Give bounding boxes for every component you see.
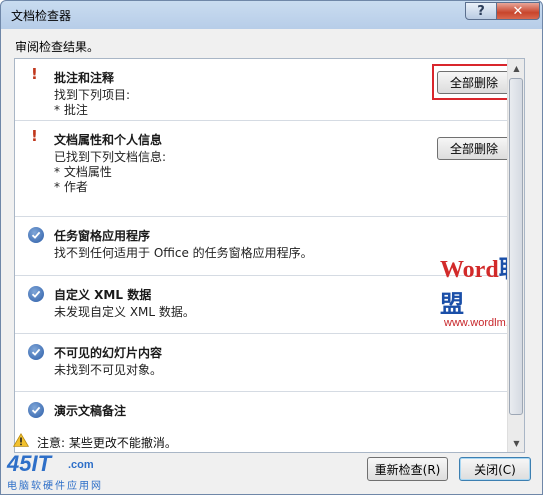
detail-line: * 批注 bbox=[54, 103, 88, 117]
results-list: ! 批注和注释 找到下列项目: * 批注 全部删除 ! 文档属性和个人信息 已找… bbox=[14, 58, 525, 453]
reinspect-button[interactable]: 重新检查(R) bbox=[367, 457, 448, 481]
check-circle-icon bbox=[28, 227, 44, 243]
window-title: 文档检查器 bbox=[11, 9, 72, 23]
site-logo: 45IT .com 电脑软硬件应用网 bbox=[1, 449, 121, 492]
exclamation-icon: ! bbox=[31, 65, 38, 83]
detail-line: 未发现自定义 XML 数据。 bbox=[54, 305, 195, 319]
document-inspector-window: 文档检查器 ? ✕ 审阅检查结果。 ! 批注和注释 找到下列项目: * 批注 全… bbox=[0, 0, 543, 495]
scroll-up-arrow-icon[interactable]: ▲ bbox=[510, 61, 523, 75]
detail-line: * 作者 bbox=[54, 180, 88, 194]
section-title: 文档属性和个人信息 bbox=[54, 133, 163, 147]
exclamation-icon: ! bbox=[31, 127, 38, 145]
watermark-word: Word bbox=[440, 257, 499, 283]
scroll-thumb[interactable] bbox=[509, 78, 523, 415]
check-circle-icon bbox=[28, 402, 44, 418]
detail-line: 未找到不可见对象。 bbox=[54, 363, 163, 377]
section-details: 找不到任何适用于 Office 的任务窗格应用程序。 bbox=[54, 246, 313, 261]
section-comments: ! 批注和注释 找到下列项目: * 批注 全部删除 bbox=[15, 59, 516, 121]
section-details: 已找到下列文档信息: * 文档属性 * 作者 bbox=[54, 150, 166, 195]
remove-all-comments-button[interactable]: 全部删除 bbox=[437, 71, 511, 94]
section-title: 批注和注释 bbox=[54, 71, 115, 85]
detail-line: * 文档属性 bbox=[54, 165, 112, 179]
section-title: 自定义 XML 数据 bbox=[54, 288, 152, 302]
window-close-button[interactable]: ✕ bbox=[496, 2, 540, 20]
section-document-properties: ! 文档属性和个人信息 已找到下列文档信息: * 文档属性 * 作者 全部删除 bbox=[15, 121, 511, 217]
vertical-scrollbar[interactable]: ▲ ▼ bbox=[507, 59, 524, 452]
section-invisible-content: 不可见的幻灯片内容 未找到不可见对象。 bbox=[15, 334, 507, 392]
warning-triangle-icon bbox=[13, 433, 29, 447]
section-title: 不可见的幻灯片内容 bbox=[54, 346, 163, 360]
detail-line: 找到下列项目: bbox=[54, 88, 131, 102]
logo-main-text: 45IT bbox=[7, 451, 52, 476]
result-heading: 审阅检查结果。 bbox=[15, 40, 100, 54]
section-title: 任务窗格应用程序 bbox=[54, 229, 151, 243]
section-title: 演示文稿备注 bbox=[54, 404, 127, 418]
close-button[interactable]: 关闭(C) bbox=[459, 457, 531, 481]
help-button[interactable]: ? bbox=[465, 2, 497, 20]
detail-line: 找不到任何适用于 Office 的任务窗格应用程序。 bbox=[54, 246, 313, 260]
check-circle-icon bbox=[28, 344, 44, 360]
dialog-body: 审阅检查结果。 ! 批注和注释 找到下列项目: * 批注 全部删除 ! 文档属性… bbox=[7, 29, 536, 490]
check-circle-icon bbox=[28, 286, 44, 302]
section-details: 未发现自定义 XML 数据。 bbox=[54, 305, 195, 320]
title-bar[interactable]: 文档检查器 ? ✕ bbox=[1, 1, 542, 29]
logo-subtitle: 电脑软硬件应用网 bbox=[7, 481, 103, 492]
remove-all-properties-button[interactable]: 全部删除 bbox=[437, 137, 511, 160]
section-custom-xml: 自定义 XML 数据 未发现自定义 XML 数据。 bbox=[15, 276, 507, 334]
section-details: 找到下列项目: * 批注 bbox=[54, 88, 130, 118]
section-details: 未找到不可见对象。 bbox=[54, 363, 162, 378]
scroll-down-arrow-icon[interactable]: ▼ bbox=[510, 436, 523, 450]
logo-domain-text: .com bbox=[68, 459, 94, 471]
detail-line: 已找到下列文档信息: bbox=[54, 150, 167, 164]
section-task-pane-apps: 任务窗格应用程序 找不到任何适用于 Office 的任务窗格应用程序。 bbox=[15, 217, 507, 276]
